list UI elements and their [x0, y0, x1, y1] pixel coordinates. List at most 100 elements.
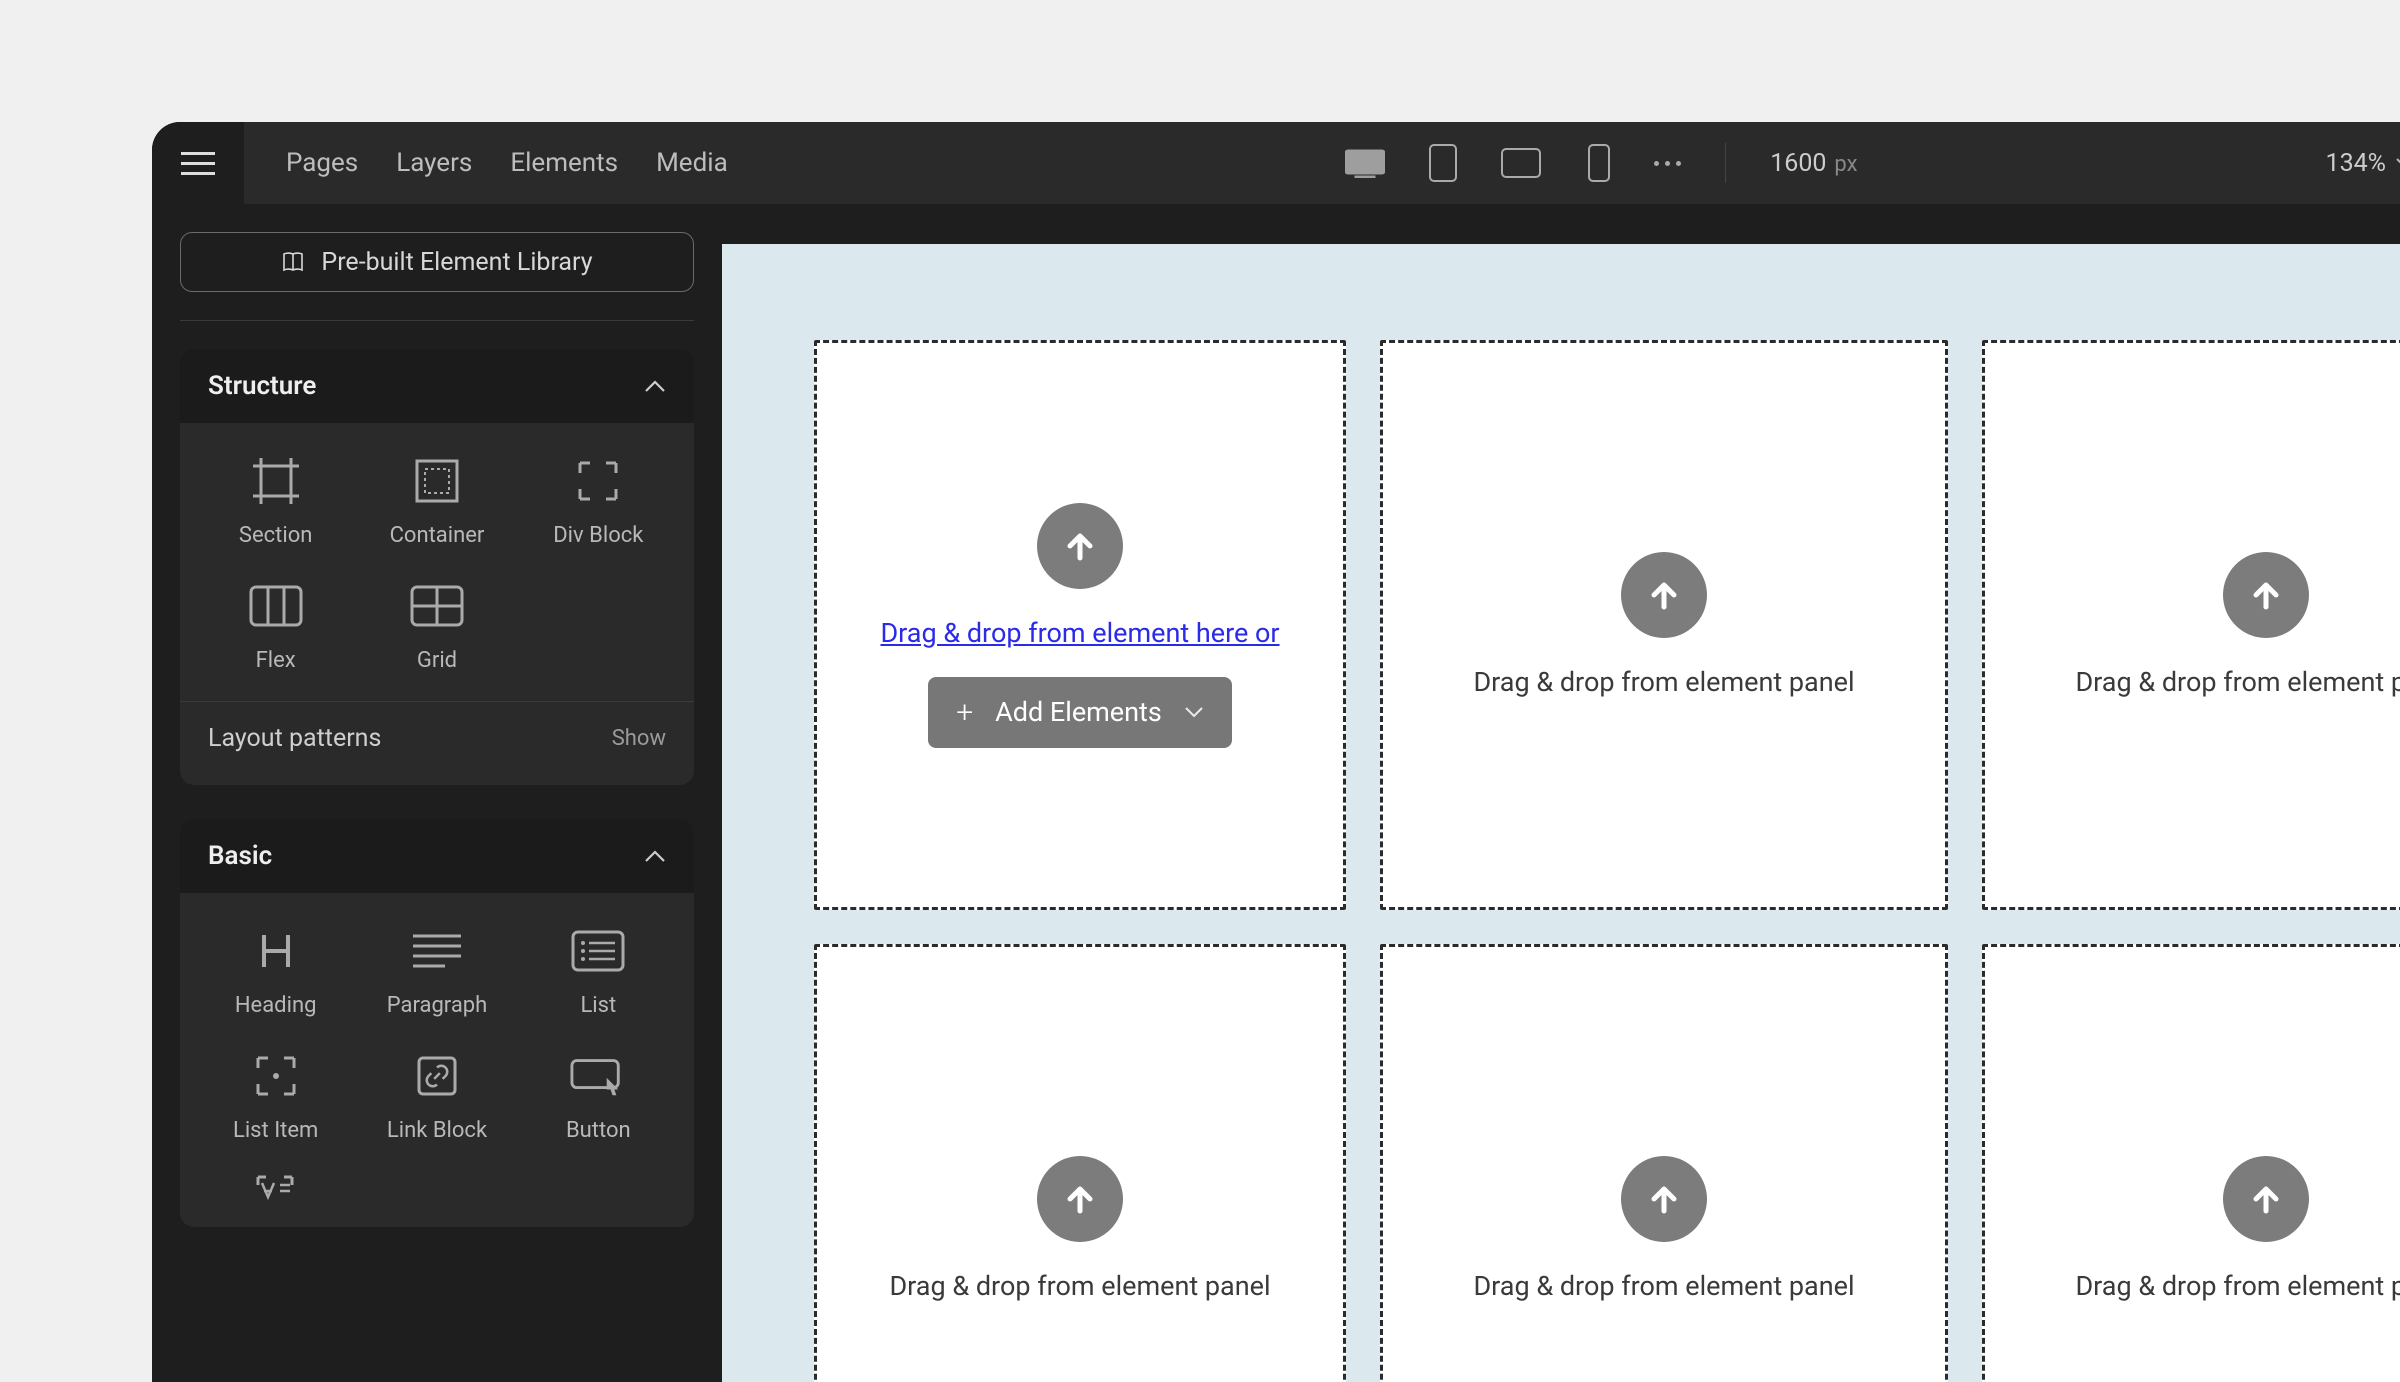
- element-label: List: [580, 993, 616, 1018]
- element-list[interactable]: List: [523, 923, 674, 1018]
- canvas-width-value: 1600: [1770, 149, 1826, 178]
- element-label: Div Block: [553, 523, 643, 548]
- device-mobile[interactable]: [1576, 140, 1622, 186]
- element-grid[interactable]: Grid: [361, 578, 512, 673]
- device-tablet-landscape[interactable]: [1498, 140, 1544, 186]
- element-button[interactable]: Button: [523, 1048, 674, 1143]
- dropzone[interactable]: Drag & drop from element panel: [1982, 340, 2400, 910]
- panel-basic-header[interactable]: Basic: [180, 819, 694, 893]
- upload-icon: [2223, 1156, 2309, 1242]
- upload-icon: [1037, 503, 1123, 589]
- link-block-icon: [409, 1048, 465, 1104]
- menu-button[interactable]: [152, 122, 244, 204]
- list-icon: [570, 923, 626, 979]
- panel-structure: Structure Section Container: [180, 349, 694, 785]
- element-list-item[interactable]: List Item: [200, 1048, 351, 1143]
- element-container[interactable]: Container: [361, 453, 512, 548]
- elements-sidebar: Pre-built Element Library Structure Sect…: [152, 204, 722, 1382]
- element-label: Link Block: [387, 1118, 487, 1143]
- dropzone[interactable]: Drag & drop from element panel: [814, 944, 1346, 1382]
- layout-patterns-show[interactable]: Show: [612, 726, 666, 751]
- element-paragraph[interactable]: Paragraph: [361, 923, 512, 1018]
- heading-icon: [248, 923, 304, 979]
- element-library-label: Pre-built Element Library: [321, 248, 592, 277]
- zoom-control[interactable]: 134%: [2326, 149, 2400, 178]
- element-label: Section: [239, 523, 313, 548]
- upload-icon: [1037, 1156, 1123, 1242]
- list-item-icon: [248, 1048, 304, 1104]
- chevron-up-icon: [644, 849, 666, 863]
- flex-icon: [248, 578, 304, 634]
- more-devices-button[interactable]: [1654, 161, 1681, 166]
- divider: [1725, 143, 1726, 183]
- zoom-value: 134%: [2326, 149, 2386, 178]
- device-switcher: 1600 px: [1342, 140, 1857, 186]
- dropzone-text: Drag & drop from element panel: [2075, 666, 2400, 698]
- chevron-up-icon: [644, 379, 666, 393]
- element-label: List Item: [233, 1118, 318, 1143]
- element-label: Paragraph: [387, 993, 488, 1018]
- element-label: Button: [566, 1118, 631, 1143]
- add-elements-button[interactable]: + Add Elements: [928, 677, 1232, 748]
- book-icon: [281, 250, 305, 274]
- canvas-grid: Drag & drop from element here or + Add E…: [814, 340, 2400, 1382]
- upload-icon: [2223, 552, 2309, 638]
- dropzone-primary[interactable]: Drag & drop from element here or + Add E…: [814, 340, 1346, 910]
- element-link-block[interactable]: Link Block: [361, 1048, 512, 1143]
- nav-tabs: Pages Layers Elements Media: [286, 148, 728, 178]
- tab-pages[interactable]: Pages: [286, 148, 358, 178]
- tab-layers[interactable]: Layers: [396, 148, 472, 178]
- panel-structure-header[interactable]: Structure: [180, 349, 694, 423]
- device-tablet-portrait[interactable]: [1420, 140, 1466, 186]
- chevron-down-icon: [2396, 158, 2400, 168]
- dropzone-text: Drag & drop from element panel: [1473, 666, 1854, 698]
- button-icon: [570, 1048, 626, 1104]
- section-icon: [248, 453, 304, 509]
- grid-icon: [409, 578, 465, 634]
- panel-basic-title: Basic: [208, 841, 272, 871]
- element-section[interactable]: Section: [200, 453, 351, 548]
- hamburger-icon: [181, 152, 215, 175]
- div-block-icon: [570, 453, 626, 509]
- element-library-button[interactable]: Pre-built Element Library: [180, 232, 694, 292]
- element-heading[interactable]: Heading: [200, 923, 351, 1018]
- element-div-block[interactable]: Div Block: [523, 453, 674, 548]
- structure-grid: Section Container Div Block: [180, 423, 694, 691]
- element-flex[interactable]: Flex: [200, 578, 351, 673]
- dropzone[interactable]: Drag & drop from element panel: [1982, 944, 2400, 1382]
- chevron-down-icon: [1184, 706, 1204, 718]
- element-label: Heading: [235, 993, 317, 1018]
- device-desktop[interactable]: [1342, 140, 1388, 186]
- plus-icon: +: [956, 695, 973, 730]
- canvas-width[interactable]: 1600 px: [1770, 149, 1857, 178]
- upload-icon: [1621, 552, 1707, 638]
- app-window: Pages Layers Elements Media 1600: [152, 122, 2400, 1382]
- basic-grid-row-3: [180, 1161, 694, 1217]
- element-label: Grid: [417, 648, 457, 673]
- dropzone-text: Drag & drop from element panel: [889, 1270, 1270, 1302]
- canvas[interactable]: Drag & drop from element here or + Add E…: [722, 244, 2400, 1382]
- element-label: Flex: [256, 648, 296, 673]
- layout-patterns-label: Layout patterns: [208, 724, 381, 753]
- basic-grid: Heading Paragraph List: [180, 893, 694, 1161]
- element-label: Container: [390, 523, 485, 548]
- divider: [180, 320, 694, 321]
- dropzone-text: Drag & drop from element panel: [2075, 1270, 2400, 1302]
- topbar: Pages Layers Elements Media 1600: [152, 122, 2400, 204]
- canvas-width-unit: px: [1834, 152, 1857, 177]
- paragraph-icon: [409, 923, 465, 979]
- add-elements-label: Add Elements: [995, 696, 1162, 728]
- layout-patterns-row[interactable]: Layout patterns Show: [180, 701, 694, 775]
- element-extra[interactable]: [200, 1161, 351, 1217]
- dropzone[interactable]: Drag & drop from element panel: [1380, 340, 1948, 910]
- dropzone[interactable]: Drag & drop from element panel: [1380, 944, 1948, 1382]
- dropzone-link[interactable]: Drag & drop from element here or: [880, 617, 1279, 649]
- panel-structure-title: Structure: [208, 371, 316, 401]
- dropzone-text: Drag & drop from element panel: [1473, 1270, 1854, 1302]
- tab-media[interactable]: Media: [656, 148, 728, 178]
- text-icon: [248, 1161, 304, 1217]
- upload-icon: [1621, 1156, 1707, 1242]
- panel-basic: Basic Heading Paragraph: [180, 819, 694, 1227]
- tab-elements[interactable]: Elements: [510, 148, 618, 178]
- container-icon: [409, 453, 465, 509]
